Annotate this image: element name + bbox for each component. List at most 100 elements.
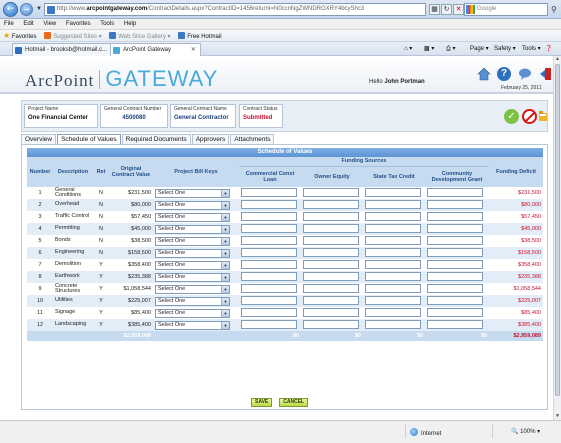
compatibility-icon[interactable]: ▦ [429, 4, 440, 15]
state-tax-credit-input[interactable] [365, 283, 421, 293]
community-grant-input[interactable] [427, 271, 483, 281]
bill-key-select[interactable]: Select One ▼ [155, 320, 230, 330]
state-tax-credit-input[interactable] [365, 295, 421, 305]
state-tax-credit-input[interactable] [365, 223, 421, 233]
owner-equity-input[interactable] [303, 283, 359, 293]
fav-web-slice-gallery[interactable]: Web Slice Gallery ▾ [109, 32, 171, 40]
community-grant-input[interactable] [427, 319, 483, 329]
state-tax-credit-input[interactable] [365, 247, 421, 257]
owner-equity-input[interactable] [303, 187, 359, 197]
commercial-loan-input[interactable] [241, 211, 297, 221]
tab-hotmail[interactable]: Hotmail - brooksb@hotmail.c... [12, 43, 113, 56]
commercial-loan-input[interactable] [241, 307, 297, 317]
bill-key-select[interactable]: Select One ▼ [155, 272, 230, 282]
commercial-loan-input[interactable] [241, 319, 297, 329]
state-tax-credit-input[interactable] [365, 319, 421, 329]
commercial-loan-input[interactable] [241, 199, 297, 209]
owner-equity-input[interactable] [303, 247, 359, 257]
help-icon[interactable]: ? [497, 67, 511, 81]
bill-key-select[interactable]: Select One ▼ [155, 284, 230, 294]
scroll-up-icon[interactable]: ▲ [554, 56, 561, 63]
bill-key-select[interactable]: Select One ▼ [155, 236, 230, 246]
messages-icon[interactable] [518, 67, 532, 81]
menu-help[interactable]: Help [124, 21, 136, 27]
help-menu-icon[interactable]: ❓ [545, 43, 552, 55]
owner-equity-input[interactable] [303, 307, 359, 317]
commercial-loan-input[interactable] [241, 247, 297, 257]
fav-free-hotmail[interactable]: Free Hotmail [178, 32, 222, 40]
cancel-button[interactable]: CANCEL [279, 398, 309, 407]
commercial-loan-input[interactable] [241, 187, 297, 197]
stop-icon[interactable]: ✕ [453, 4, 464, 15]
commercial-loan-input[interactable] [241, 271, 297, 281]
favorites-button[interactable]: Favorites [12, 34, 37, 40]
fav-suggested-sites[interactable]: Suggested Sites ▾ [44, 32, 102, 40]
home-cmd-icon[interactable]: ⌂ ▾ [404, 43, 412, 55]
state-tax-credit-input[interactable] [365, 307, 421, 317]
community-grant-input[interactable] [427, 283, 483, 293]
page-menu[interactable]: Page ▾ [470, 43, 489, 55]
owner-equity-input[interactable] [303, 211, 359, 221]
commercial-loan-input[interactable] [241, 259, 297, 269]
commercial-loan-input[interactable] [241, 223, 297, 233]
commercial-loan-input[interactable] [241, 283, 297, 293]
tools-menu[interactable]: Tools ▾ [522, 43, 541, 55]
history-dropdown-icon[interactable]: ▼ [36, 6, 42, 12]
refresh-icon[interactable]: ↻ [441, 4, 452, 15]
tab-attachments[interactable]: Attachments [230, 134, 275, 144]
tab-overview[interactable]: Overview [21, 134, 57, 144]
community-grant-input[interactable] [427, 247, 483, 257]
owner-equity-input[interactable] [303, 271, 359, 281]
bill-key-select[interactable]: Select One ▼ [155, 224, 230, 234]
tab-required-documents[interactable]: Required Documents [121, 134, 191, 144]
reject-icon[interactable] [522, 109, 537, 124]
community-grant-input[interactable] [427, 295, 483, 305]
state-tax-credit-input[interactable] [365, 187, 421, 197]
menu-edit[interactable]: Edit [23, 21, 33, 27]
bill-key-select[interactable]: Select One ▼ [155, 260, 230, 270]
owner-equity-input[interactable] [303, 319, 359, 329]
owner-equity-input[interactable] [303, 223, 359, 233]
approve-check-icon[interactable]: ✓ [504, 109, 519, 124]
home-icon[interactable] [477, 67, 491, 81]
address-bar[interactable]: http://www.arcpointgateway.com/ContractD… [44, 3, 426, 16]
bill-key-select[interactable]: Select One ▼ [155, 188, 230, 198]
forward-button[interactable]: → [20, 3, 33, 16]
close-tab-icon[interactable]: ✕ [191, 47, 196, 53]
search-input[interactable]: Google [464, 3, 548, 16]
commercial-loan-input[interactable] [241, 235, 297, 245]
menu-view[interactable]: View [43, 21, 56, 27]
owner-equity-input[interactable] [303, 235, 359, 245]
state-tax-credit-input[interactable] [365, 271, 421, 281]
state-tax-credit-input[interactable] [365, 235, 421, 245]
bill-key-select[interactable]: Select One ▼ [155, 248, 230, 258]
owner-equity-input[interactable] [303, 259, 359, 269]
tab-approvers[interactable]: Approvers [191, 134, 230, 144]
owner-equity-input[interactable] [303, 295, 359, 305]
community-grant-input[interactable] [427, 223, 483, 233]
community-grant-input[interactable] [427, 259, 483, 269]
menu-tools[interactable]: Tools [100, 21, 114, 27]
bill-key-select[interactable]: Select One ▼ [155, 212, 230, 222]
safety-menu[interactable]: Safety ▾ [494, 43, 516, 55]
community-grant-input[interactable] [427, 199, 483, 209]
zoom-control[interactable]: 🔍 100% ▾ [511, 428, 540, 435]
community-grant-input[interactable] [427, 307, 483, 317]
community-grant-input[interactable] [427, 211, 483, 221]
scroll-down-icon[interactable]: ▼ [554, 413, 561, 420]
bill-key-select[interactable]: Select One ▼ [155, 296, 230, 306]
print-icon[interactable]: ⎙ ▾ [446, 43, 455, 55]
commercial-loan-input[interactable] [241, 295, 297, 305]
tab-schedule-of-values[interactable]: Schedule of Values [57, 134, 121, 144]
back-button[interactable]: ← [3, 2, 18, 17]
bill-key-select[interactable]: Select One ▼ [155, 308, 230, 318]
tab-arcpoint[interactable]: ArcPoint Gateway ✕ [110, 43, 201, 56]
save-button[interactable]: SAVE [251, 398, 273, 407]
menu-favorites[interactable]: Favorites [66, 21, 91, 27]
menu-file[interactable]: File [4, 21, 14, 27]
folder-icon[interactable] [539, 110, 547, 122]
state-tax-credit-input[interactable] [365, 199, 421, 209]
vertical-scrollbar[interactable]: ▲ ▼ [553, 56, 561, 420]
feeds-icon[interactable]: ▩ ▾ [424, 43, 434, 55]
search-icon[interactable]: ⚲ [551, 3, 561, 16]
